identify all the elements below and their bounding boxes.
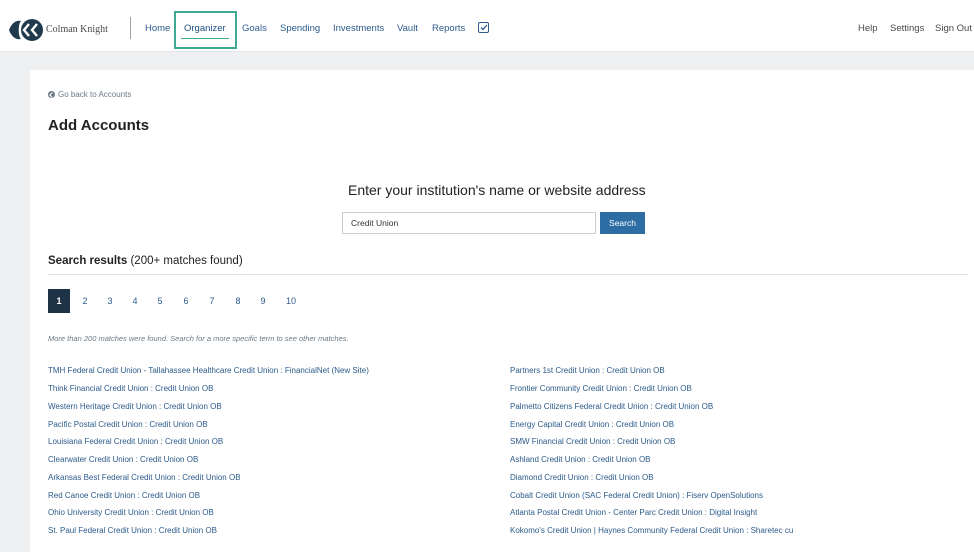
institution-search-input[interactable] [342, 212, 596, 234]
back-link-label: Go back to Accounts [58, 90, 132, 99]
nav-help[interactable]: Help [858, 23, 878, 34]
result-link[interactable]: St. Paul Federal Credit Union : Credit U… [48, 526, 217, 535]
results-heading-label: Search results [48, 255, 128, 267]
result-link[interactable]: Cobalt Credit Union (SAC Federal Credit … [510, 491, 763, 500]
result-link[interactable]: SMW Financial Credit Union : Credit Unio… [510, 437, 675, 446]
nav-vault[interactable]: Vault [397, 23, 418, 34]
result-link[interactable]: Palmetto Citizens Federal Credit Union :… [510, 402, 713, 411]
result-link[interactable]: Energy Capital Credit Union : Credit Uni… [510, 420, 674, 429]
nav-sign-out[interactable]: Sign Out [935, 23, 972, 34]
page-10-button[interactable]: 10 [280, 289, 302, 313]
page-1-button[interactable]: 1 [48, 289, 70, 313]
page-4-button[interactable]: 4 [124, 289, 146, 313]
results-note: More than 200 matches were found. Search… [48, 334, 349, 343]
search-button[interactable]: Search [600, 212, 645, 234]
result-link[interactable]: Clearwater Credit Union : Credit Union O… [48, 455, 198, 464]
result-link[interactable]: Ashland Credit Union : Credit Union OB [510, 455, 651, 464]
nav-investments[interactable]: Investments [333, 23, 384, 34]
result-link[interactable]: Think Financial Credit Union : Credit Un… [48, 384, 213, 393]
result-link[interactable]: Kokomo's Credit Union | Haynes Community… [510, 526, 793, 535]
page-6-button[interactable]: 6 [175, 289, 197, 313]
nav-home[interactable]: Home [145, 23, 170, 34]
active-nav-underline [181, 38, 229, 39]
result-link[interactable]: Red Canoe Credit Union : Credit Union OB [48, 491, 200, 500]
page-5-button[interactable]: 5 [149, 289, 171, 313]
brand-divider [130, 17, 131, 39]
brand-name[interactable]: Colman Knight [46, 24, 108, 35]
page-7-button[interactable]: 7 [201, 289, 223, 313]
result-link[interactable]: TMH Federal Credit Union - Tallahassee H… [48, 366, 369, 375]
nav-reports[interactable]: Reports [432, 23, 465, 34]
page-title: Add Accounts [48, 117, 150, 134]
result-link[interactable]: Western Heritage Credit Union : Credit U… [48, 402, 222, 411]
result-link[interactable]: Atlanta Postal Credit Union - Center Par… [510, 508, 757, 517]
result-link[interactable]: Partners 1st Credit Union : Credit Union… [510, 366, 665, 375]
nav-goals[interactable]: Goals [242, 23, 267, 34]
results-count: (200+ matches found) [130, 255, 243, 267]
nav-organizer[interactable]: Organizer [184, 23, 226, 34]
result-link[interactable]: Diamond Credit Union : Credit Union OB [510, 473, 654, 482]
result-link[interactable]: Arkansas Best Federal Credit Union : Cre… [48, 473, 241, 482]
page-2-button[interactable]: 2 [74, 289, 96, 313]
result-link[interactable]: Louisiana Federal Credit Union : Credit … [48, 437, 223, 446]
result-link[interactable]: Ohio University Credit Union : Credit Un… [48, 508, 214, 517]
back-to-accounts-link[interactable]: Go back to Accounts [48, 90, 131, 99]
result-link[interactable]: Pacific Postal Credit Union : Credit Uni… [48, 420, 208, 429]
checklist-icon[interactable] [478, 22, 489, 33]
search-prompt: Enter your institution's name or website… [348, 182, 646, 198]
logo-icon[interactable] [8, 18, 44, 42]
page-9-button[interactable]: 9 [252, 289, 274, 313]
back-arrow-icon [48, 91, 55, 98]
page-8-button[interactable]: 8 [227, 289, 249, 313]
result-link[interactable]: Frontier Community Credit Union : Credit… [510, 384, 692, 393]
page-3-button[interactable]: 3 [99, 289, 121, 313]
results-divider [48, 274, 968, 275]
results-heading: Search results (200+ matches found) [48, 255, 243, 267]
nav-settings[interactable]: Settings [890, 23, 924, 34]
nav-spending[interactable]: Spending [280, 23, 320, 34]
top-navigation-bar: Colman Knight Home Organizer Goals Spend… [0, 0, 974, 52]
